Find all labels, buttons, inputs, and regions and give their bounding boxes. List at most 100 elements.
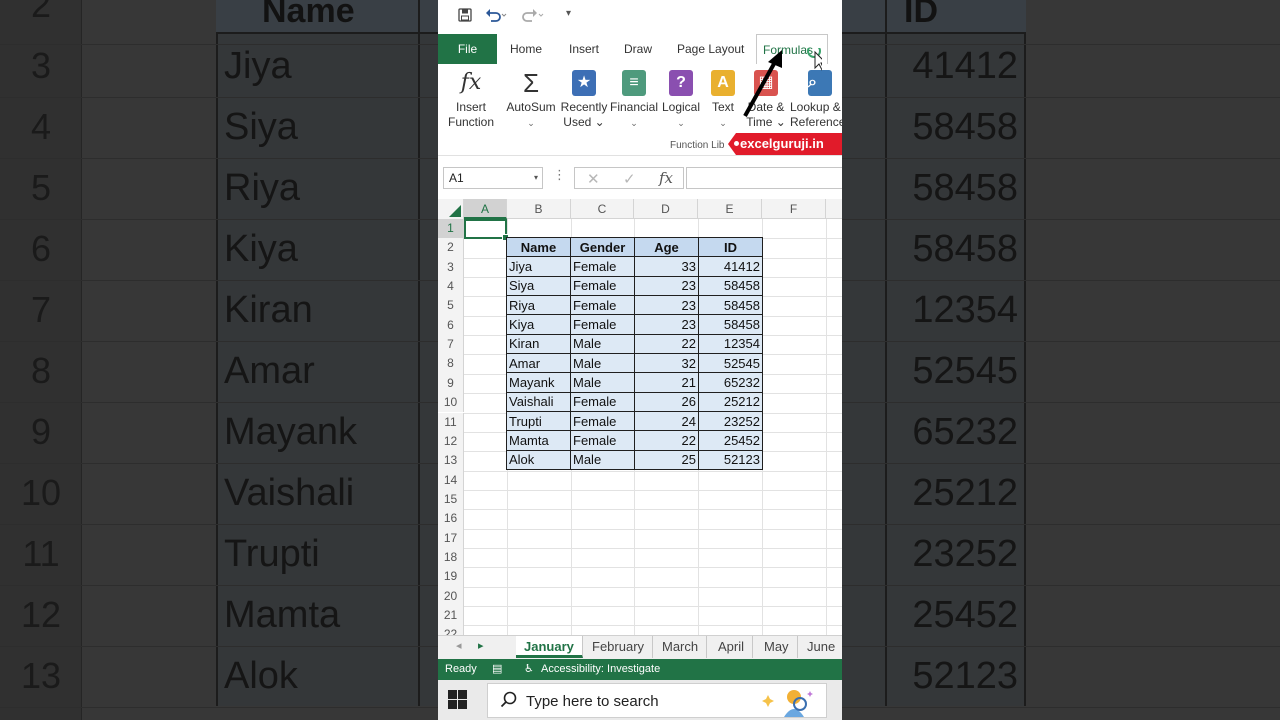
column-header-f[interactable]: F xyxy=(762,199,826,219)
row-header[interactable]: 22 xyxy=(438,625,464,635)
header-age[interactable]: Age xyxy=(634,236,699,258)
tab-file[interactable]: File xyxy=(438,34,497,64)
cell-id[interactable]: 65232 xyxy=(698,372,763,393)
cell-age[interactable]: 23 xyxy=(634,295,699,316)
taskbar-search-box[interactable]: Type here to search xyxy=(487,683,827,718)
cell-age[interactable]: 21 xyxy=(634,372,699,393)
cell-age[interactable]: 25 xyxy=(634,449,699,471)
cell-name[interactable]: Kiya xyxy=(506,314,571,335)
name-box[interactable]: A1 ▾ xyxy=(443,167,543,189)
insert-function-button[interactable]: fx Insert Function xyxy=(446,70,496,130)
cell-gender[interactable]: Female xyxy=(570,391,635,413)
cell-age[interactable]: 22 xyxy=(634,333,699,355)
row-header[interactable]: 19 xyxy=(438,567,464,587)
text-button[interactable]: A Text ⌄ xyxy=(706,70,740,131)
sheet-tab-april[interactable]: April xyxy=(710,636,754,658)
recently-used-button[interactable]: ★ Recently Used ⌄ xyxy=(560,70,608,130)
save-icon[interactable] xyxy=(458,8,472,25)
cell-gender[interactable]: Male xyxy=(570,353,635,374)
row-header[interactable]: 8 xyxy=(438,354,464,374)
accessibility-icon[interactable]: ♿ xyxy=(524,659,534,680)
enter-icon[interactable]: ✓ xyxy=(623,170,636,188)
column-header-c[interactable]: C xyxy=(571,199,634,219)
cell-name[interactable]: Mayank xyxy=(506,372,571,393)
sheet-tab-january[interactable]: January xyxy=(516,636,583,658)
cell-name[interactable]: Siya xyxy=(506,275,571,297)
cell-id[interactable]: 12354 xyxy=(698,333,763,355)
row-header[interactable]: 17 xyxy=(438,528,464,548)
cell-age[interactable]: 26 xyxy=(634,391,699,413)
column-header-d[interactable]: D xyxy=(634,199,698,219)
header-id[interactable]: ID xyxy=(698,236,763,258)
cell-gender[interactable]: Male xyxy=(570,333,635,355)
cell-age[interactable]: 23 xyxy=(634,275,699,297)
tab-page-layout[interactable]: Page Layout xyxy=(671,34,750,64)
row-header[interactable]: 18 xyxy=(438,547,464,568)
sheet-tab-february[interactable]: February xyxy=(584,636,654,658)
cell-id[interactable]: 23252 xyxy=(698,411,763,432)
row-header[interactable]: 2 xyxy=(438,238,464,258)
cancel-icon[interactable]: ✕ xyxy=(587,170,600,188)
row-header[interactable]: 3 xyxy=(438,257,464,278)
logical-button[interactable]: ? Logical ⌄ xyxy=(660,70,702,131)
cell-name[interactable]: Alok xyxy=(506,449,571,471)
row-header[interactable]: 1 xyxy=(438,219,464,239)
row-header[interactable]: 16 xyxy=(438,509,464,529)
column-header-a[interactable]: A xyxy=(464,199,507,219)
cell-gender[interactable]: Female xyxy=(570,295,635,316)
next-sheet-icon[interactable]: ▸ xyxy=(478,639,484,652)
cell-age[interactable]: 33 xyxy=(634,256,699,277)
row-header[interactable]: 21 xyxy=(438,606,464,626)
sheet-tab-march[interactable]: March xyxy=(654,636,708,658)
cell-gender[interactable]: Female xyxy=(570,430,635,451)
cell-gender[interactable]: Male xyxy=(570,372,635,393)
sheet-tab-may[interactable]: May xyxy=(756,636,798,658)
tab-draw[interactable]: Draw xyxy=(618,34,658,64)
row-header[interactable]: 13 xyxy=(438,451,464,471)
cell-age[interactable]: 32 xyxy=(634,353,699,374)
row-header[interactable]: 12 xyxy=(438,431,464,452)
cell-gender[interactable]: Male xyxy=(570,449,635,471)
cell-name[interactable]: Kiran xyxy=(506,333,571,355)
cell-id[interactable]: 58458 xyxy=(698,295,763,316)
row-header[interactable]: 6 xyxy=(438,315,464,336)
cell-name[interactable]: Amar xyxy=(506,353,571,374)
formula-input[interactable] xyxy=(686,167,842,189)
cell-gender[interactable]: Female xyxy=(570,275,635,297)
cell-name[interactable]: Trupti xyxy=(506,411,571,432)
autosum-button[interactable]: Σ AutoSum ⌄ xyxy=(504,70,558,131)
accessibility-status[interactable]: Accessibility: Investigate xyxy=(541,659,660,680)
row-header[interactable]: 11 xyxy=(438,412,464,432)
financial-button[interactable]: ≡ Financial ⌄ xyxy=(610,70,658,131)
prev-sheet-icon[interactable]: ◂ xyxy=(456,639,462,652)
cell-gender[interactable]: Female xyxy=(570,411,635,432)
row-header[interactable]: 15 xyxy=(438,489,464,510)
cell-age[interactable]: 22 xyxy=(634,430,699,451)
cell-id[interactable]: 52123 xyxy=(698,449,763,471)
column-header-b[interactable]: B xyxy=(507,199,571,219)
sheet-stats-icon[interactable]: ▤ xyxy=(492,659,502,680)
cell-id[interactable]: 41412 xyxy=(698,256,763,277)
worksheet-grid[interactable]: A B C D E F 1 2 3 4 5 6 7 8 9 10 11 12 13 14 15 16 17 18 1… xyxy=(438,199,842,635)
cell-gender[interactable]: Female xyxy=(570,256,635,277)
cell-name[interactable]: Jiya xyxy=(506,256,571,277)
cell-id[interactable]: 52545 xyxy=(698,353,763,374)
cell-age[interactable]: 23 xyxy=(634,314,699,335)
cell-age[interactable]: 24 xyxy=(634,411,699,432)
tab-insert[interactable]: Insert xyxy=(563,34,605,64)
cell-id[interactable]: 58458 xyxy=(698,314,763,335)
cell-id[interactable]: 58458 xyxy=(698,275,763,297)
cell-gender[interactable]: Female xyxy=(570,314,635,335)
cell-id[interactable]: 25212 xyxy=(698,391,763,413)
customize-qat-icon[interactable]: ▾ xyxy=(566,8,571,19)
fx-icon[interactable]: fx xyxy=(659,169,673,187)
header-gender[interactable]: Gender xyxy=(570,236,635,258)
undo-icon[interactable] xyxy=(485,8,507,25)
tab-home[interactable]: Home xyxy=(504,34,548,64)
cell-name[interactable]: Vaishali xyxy=(506,391,571,413)
cell-id[interactable]: 25452 xyxy=(698,430,763,451)
row-header[interactable]: 5 xyxy=(438,296,464,316)
active-cell-a1[interactable] xyxy=(464,219,509,241)
redo-icon[interactable] xyxy=(522,8,544,25)
row-header[interactable]: 10 xyxy=(438,393,464,413)
